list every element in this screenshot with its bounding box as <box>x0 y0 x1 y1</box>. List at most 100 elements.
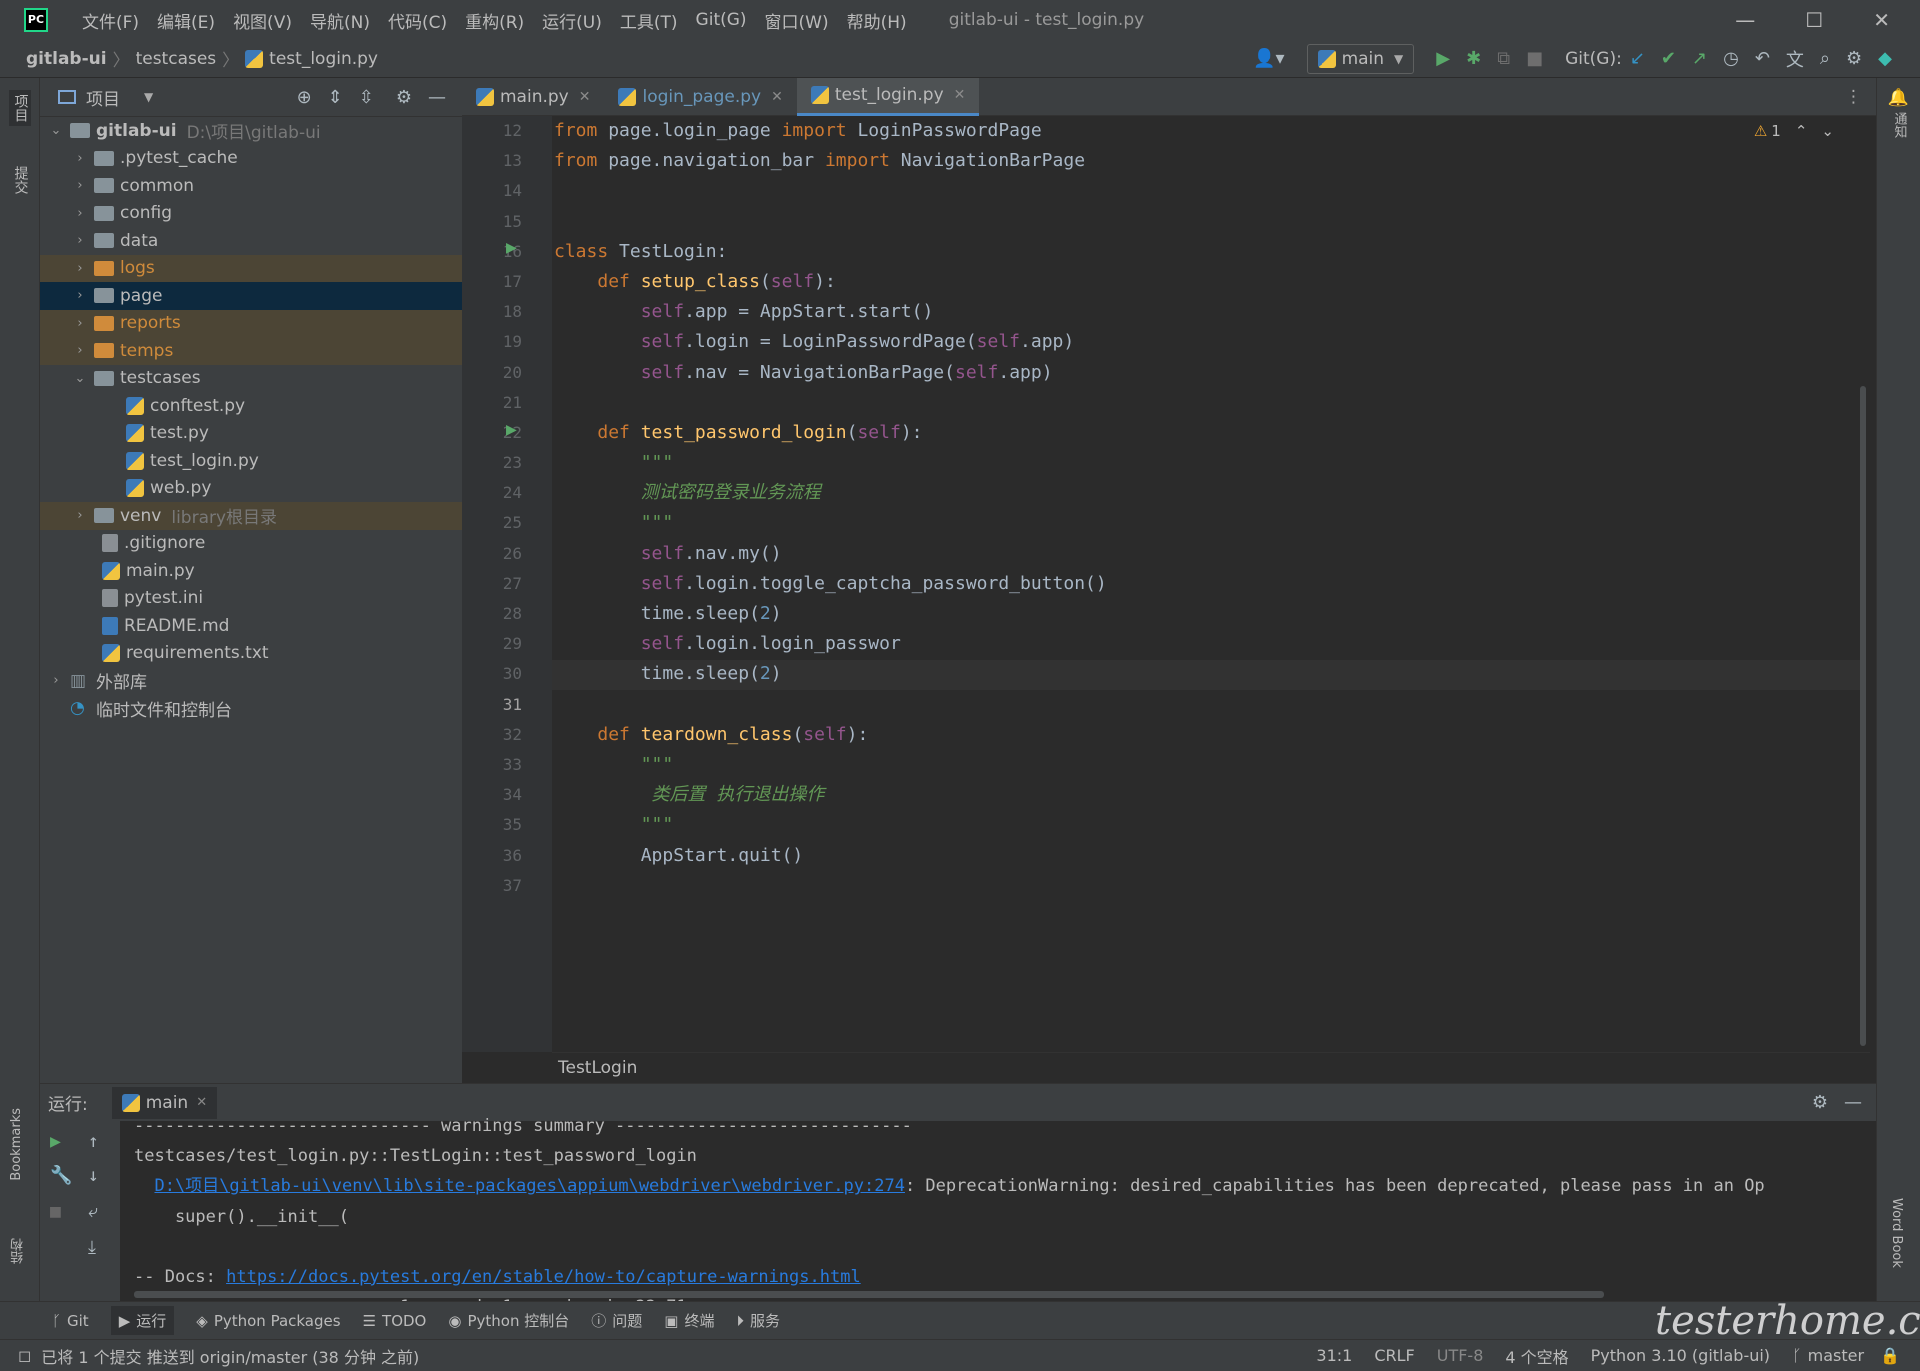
chevron-down-icon[interactable]: ▼ <box>144 90 153 104</box>
menu-window[interactable]: 窗口(W) <box>765 8 829 33</box>
toolwindow-services[interactable]: ⏵ 服务 <box>736 1310 780 1331</box>
chevron-right-icon[interactable]: › <box>72 261 88 276</box>
maximize-icon[interactable]: ☐ <box>1805 8 1823 32</box>
tree-item-config[interactable]: › config <box>40 200 462 228</box>
debug-icon[interactable]: ✱ <box>1466 48 1481 69</box>
arrow-up-icon[interactable]: ↑ <box>88 1131 99 1152</box>
code-editor[interactable]: ⚠ 1 ⌃ ⌄ from page.login_page import Logi… <box>552 116 1870 1052</box>
translate-icon[interactable]: 文 <box>1786 46 1804 72</box>
menu-refactor[interactable]: 重构(R) <box>465 8 524 33</box>
layout-icon[interactable]: ◻ <box>18 1346 31 1365</box>
breadcrumb-folder[interactable]: testcases <box>136 49 217 69</box>
tree-file-pytest-ini[interactable]: pytest.ini <box>40 585 462 613</box>
tree-file-main[interactable]: main.py <box>40 557 462 585</box>
chevron-right-icon[interactable]: › <box>48 673 64 688</box>
word-book-tool-button[interactable]: Word Book <box>1889 1198 1904 1268</box>
tree-item-common[interactable]: › common <box>40 172 462 200</box>
settings-icon[interactable]: ⚙ <box>396 87 412 108</box>
git-push-icon[interactable]: ↗ <box>1692 48 1707 69</box>
console-docs-link[interactable]: https://docs.pytest.org/en/stable/how-to… <box>226 1267 861 1287</box>
toolwindow-terminal[interactable]: ▣ 终端 <box>664 1310 714 1331</box>
tree-item-external-libs[interactable]: › ▥ 外部库 <box>40 667 462 695</box>
tree-file-gitignore[interactable]: .gitignore <box>40 530 462 558</box>
tree-item-page[interactable]: › page <box>40 282 462 310</box>
close-icon[interactable]: ✕ <box>771 89 783 105</box>
tree-item-logs[interactable]: › logs <box>40 254 462 282</box>
rollback-icon[interactable]: ↶ <box>1755 48 1770 69</box>
stop-icon[interactable]: ■ <box>1526 48 1543 69</box>
menu-git[interactable]: Git(G) <box>696 10 747 30</box>
toolwindow-git[interactable]: ᚴ Git <box>52 1312 89 1330</box>
status-encoding[interactable]: UTF-8 <box>1437 1346 1484 1365</box>
tree-item-temps[interactable]: › temps <box>40 337 462 365</box>
vertical-scrollbar[interactable] <box>1860 386 1866 1046</box>
history-icon[interactable]: ◷ <box>1723 48 1739 69</box>
locate-icon[interactable]: ⊕ <box>297 87 312 108</box>
chevron-down-icon[interactable]: ⌄ <box>48 123 64 138</box>
minimize-icon[interactable]: — <box>1735 8 1755 32</box>
menu-run[interactable]: 运行(U) <box>542 8 602 33</box>
toolwindow-python-console[interactable]: ◉ Python 控制台 <box>448 1310 569 1331</box>
status-interpreter[interactable]: Python 3.10 (gitlab-ui) <box>1591 1346 1770 1365</box>
tree-root[interactable]: ⌄ gitlab-ui D:\项目\gitlab-ui <box>40 117 462 145</box>
breadcrumb-file[interactable]: test_login.py <box>269 49 378 69</box>
tree-file-conftest[interactable]: conftest.py <box>40 392 462 420</box>
tree-file-test[interactable]: test.py <box>40 420 462 448</box>
user-icon[interactable]: 👤▾ <box>1253 48 1284 69</box>
breadcrumb-class[interactable]: TestLogin <box>558 1058 637 1078</box>
menu-edit[interactable]: 编辑(E) <box>157 8 215 33</box>
settings-icon[interactable]: ⚙ <box>1812 1092 1828 1113</box>
tab-test-login-py[interactable]: test_login.py ✕ <box>796 77 980 116</box>
project-tool-button[interactable]: 项目 <box>8 90 31 126</box>
ide-update-icon[interactable]: ◆ <box>1878 48 1892 69</box>
tree-item-testcases[interactable]: ⌄ testcases <box>40 365 462 393</box>
soft-wrap-icon[interactable]: ⤶ <box>88 1201 98 1222</box>
tree-file-requirements[interactable]: requirements.txt <box>40 640 462 668</box>
toolwindow-todo[interactable]: ☰ TODO <box>363 1312 427 1330</box>
close-icon[interactable]: ✕ <box>579 89 591 105</box>
chevron-right-icon[interactable]: › <box>72 151 88 166</box>
stop-icon[interactable]: ■ <box>50 1201 61 1222</box>
git-update-icon[interactable]: ↙ <box>1630 48 1645 69</box>
coverage-icon[interactable]: ⧉ <box>1497 48 1510 69</box>
rerun-icon[interactable]: ▶ <box>50 1131 61 1152</box>
search-icon[interactable]: ⌕ <box>1820 48 1830 69</box>
tab-main-py[interactable]: main.py ✕ <box>462 78 604 116</box>
run-icon[interactable]: ▶ <box>1436 48 1450 69</box>
toolwindow-run[interactable]: ▶ 运行 <box>110 1306 175 1335</box>
status-indent[interactable]: 4 个空格 <box>1505 1344 1568 1368</box>
close-icon[interactable]: ✕ <box>954 87 966 103</box>
structure-tool-button[interactable]: 结构 <box>9 1238 28 1264</box>
menu-file[interactable]: 文件(F) <box>82 8 139 33</box>
status-branch[interactable]: master <box>1808 1346 1864 1365</box>
git-commit-icon[interactable]: ✔ <box>1661 48 1676 69</box>
more-tabs-icon[interactable]: ⋮ <box>1845 87 1862 107</box>
notifications-tool-button[interactable]: 通知 <box>1889 112 1909 138</box>
tab-login-page-py[interactable]: login_page.py ✕ <box>604 78 796 116</box>
status-line-separator[interactable]: CRLF <box>1374 1346 1414 1365</box>
close-icon[interactable]: ✕ <box>1873 8 1890 32</box>
tree-file-web[interactable]: web.py <box>40 475 462 503</box>
project-panel-title[interactable]: 项目 <box>86 85 120 110</box>
collapse-all-icon[interactable]: ⇳ <box>359 87 374 108</box>
run-config-select[interactable]: main ▼ <box>1306 43 1415 74</box>
wrench-icon[interactable]: 🔧 <box>50 1165 72 1186</box>
chevron-right-icon[interactable]: › <box>72 178 88 193</box>
hide-icon[interactable]: — <box>428 87 446 108</box>
bookmarks-tool-button[interactable]: Bookmarks <box>9 1108 24 1181</box>
bell-icon[interactable]: 🔔 <box>1877 88 1920 108</box>
status-caret-position[interactable]: 31:1 <box>1316 1346 1352 1365</box>
chevron-right-icon[interactable]: › <box>72 316 88 331</box>
settings-icon[interactable]: ⚙ <box>1846 48 1862 69</box>
menu-help[interactable]: 帮助(H) <box>847 8 907 33</box>
expand-all-icon[interactable]: ⇕ <box>328 87 343 108</box>
arrow-down-icon[interactable]: ↓ <box>88 1165 99 1186</box>
tree-file-readme[interactable]: README.md <box>40 612 462 640</box>
toolwindow-problems[interactable]: ⓘ 问题 <box>591 1310 642 1331</box>
menu-tools[interactable]: 工具(T) <box>620 8 678 33</box>
status-message[interactable]: 已将 1 个提交 推送到 origin/master (38 分钟 之前) <box>41 1344 419 1368</box>
chevron-right-icon[interactable]: › <box>72 206 88 221</box>
chevron-down-icon[interactable]: ⌄ <box>72 371 88 386</box>
tree-file-test-login[interactable]: test_login.py <box>40 447 462 475</box>
tree-item-venv[interactable]: › venv library根目录 <box>40 502 462 530</box>
